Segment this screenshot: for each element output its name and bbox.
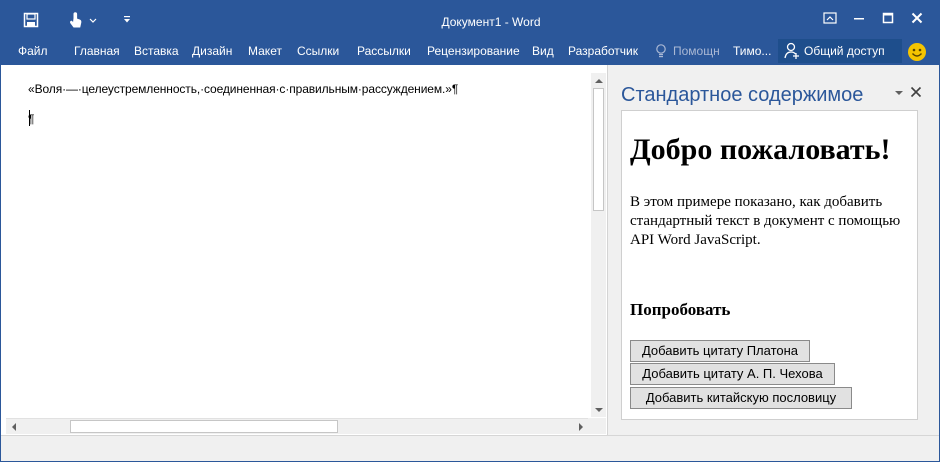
scrollbar-corner [588, 418, 606, 434]
text-cursor [29, 110, 30, 126]
window-title: Документ1 - Word [441, 15, 541, 29]
tab-home[interactable]: Главная [74, 38, 120, 65]
description-text: В этом примере показано, как добавить ст… [630, 194, 901, 248]
ribbon-display-options-button[interactable] [818, 9, 842, 27]
arrow-left-icon [11, 422, 16, 431]
task-pane: Стандартное содержимое Добро пожаловать!… [608, 65, 939, 435]
word-window: Документ1 - Word Файл Главная Вставка Ди… [0, 0, 940, 462]
horizontal-scrollbar[interactable] [6, 418, 588, 434]
welcome-heading: Добро пожаловать! [630, 133, 891, 166]
add-in-content: Добро пожаловать! В этом примере показан… [621, 110, 918, 420]
tab-review[interactable]: Рецензирование [427, 38, 520, 65]
vertical-scroll-thumb[interactable] [593, 88, 604, 211]
tab-design[interactable]: Дизайн [192, 38, 232, 65]
share-label: Общий доступ [804, 44, 885, 58]
share-person-icon [784, 42, 799, 59]
tab-mailings[interactable]: Рассылки [357, 38, 411, 65]
lightbulb-icon [656, 44, 666, 58]
close-button[interactable] [905, 9, 929, 27]
close-icon [911, 12, 923, 24]
save-button[interactable] [17, 1, 45, 38]
ribbon-display-icon [823, 12, 837, 24]
task-pane-title: Стандартное содержимое [621, 84, 864, 106]
user-account[interactable]: Тимо... [733, 38, 771, 65]
pane-close-icon[interactable] [910, 85, 922, 99]
scroll-right-button[interactable] [573, 419, 588, 434]
vertical-scrollbar[interactable] [591, 73, 606, 417]
save-icon [23, 12, 39, 27]
pane-options-icon[interactable] [894, 88, 904, 98]
scroll-left-button[interactable] [6, 419, 21, 434]
touch-mode-icon [70, 11, 97, 27]
arrow-down-icon [594, 407, 603, 412]
add-plato-quote-button[interactable]: Добавить цитату Платона [630, 340, 810, 362]
scroll-down-button[interactable] [591, 402, 606, 417]
share-button[interactable]: Общий доступ [778, 39, 902, 63]
maximize-button[interactable] [876, 9, 900, 27]
maximize-icon [882, 12, 894, 24]
try-it-heading: Попробовать [630, 300, 731, 319]
document-paragraph[interactable]: «Воля·—·целеустремленность,·соединенная·… [28, 82, 458, 96]
tell-me-search[interactable]: Помощн [673, 38, 720, 65]
customize-qat-button[interactable] [117, 1, 137, 38]
customize-qat-icon [124, 15, 130, 22]
status-bar [1, 435, 939, 461]
tab-developer[interactable]: Разработчик [568, 38, 638, 65]
minimize-button[interactable] [847, 9, 871, 27]
add-chekhov-quote-button[interactable]: Добавить цитату А. П. Чехова [630, 363, 835, 385]
smiley-feedback-icon[interactable] [907, 42, 927, 62]
arrow-up-icon [594, 78, 603, 83]
arrow-right-icon [578, 422, 583, 431]
touch-mode-button[interactable] [65, 1, 101, 38]
tab-file[interactable]: Файл [18, 38, 48, 65]
horizontal-scroll-thumb[interactable] [70, 420, 338, 433]
minimize-icon [854, 18, 864, 20]
scroll-up-button[interactable] [591, 73, 606, 88]
title-bar: Документ1 - Word [1, 1, 939, 38]
tab-view[interactable]: Вид [532, 38, 554, 65]
tab-references[interactable]: Ссылки [297, 38, 339, 65]
document-canvas[interactable]: «Воля·—·целеустремленность,·соединенная·… [1, 65, 606, 435]
tab-layout[interactable]: Макет [248, 38, 282, 65]
tab-insert[interactable]: Вставка [134, 38, 179, 65]
add-chinese-proverb-button[interactable]: Добавить китайскую пословицу [630, 387, 852, 409]
ribbon-tabs: Файл Главная Вставка Дизайн Макет Ссылки… [1, 38, 939, 65]
